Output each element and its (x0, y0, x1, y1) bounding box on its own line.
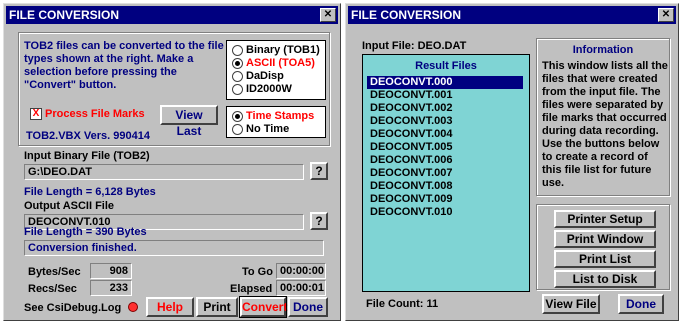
recs-sec-label: Recs/Sec (28, 283, 77, 295)
radio-selected-icon (232, 110, 243, 122)
input-browse-button[interactable]: ? (310, 162, 328, 180)
convert-button[interactable]: Convert (239, 296, 287, 318)
result-file-item[interactable]: DEOCONVT.006 (367, 154, 523, 167)
radio-icon (232, 83, 243, 95)
status-bar: Conversion finished. (24, 240, 324, 256)
title-bar[interactable]: FILE CONVERSION ✕ (6, 6, 338, 24)
radio-icon (232, 70, 243, 82)
format-radio-binary[interactable]: Binary (TOB1) (232, 44, 320, 56)
file-count-text: File Count: 11 (366, 298, 439, 310)
list-to-disk-button[interactable]: List to Disk (554, 270, 656, 288)
radio-label: No Time (246, 123, 290, 135)
time-stamps-radio[interactable]: Time Stamps (232, 110, 314, 122)
results-list[interactable]: DEOCONVT.000 DEOCONVT.001 DEOCONVT.002 D… (367, 76, 523, 219)
radio-icon (232, 123, 243, 135)
result-file-item[interactable]: DEOCONVT.010 (367, 206, 523, 219)
elapsed-label: Elapsed (230, 283, 273, 295)
file-conversion-results-window: FILE CONVERSION ✕ Input File: DEO.DAT Re… (345, 3, 679, 321)
window-title: FILE CONVERSION (9, 8, 120, 22)
checkbox-label: Process File Marks (45, 108, 145, 120)
information-text: This window lists all the files that wer… (542, 60, 668, 189)
checkbox-icon: X (30, 108, 42, 121)
close-button[interactable]: ✕ (320, 8, 336, 22)
view-file-button[interactable]: View File (542, 294, 600, 314)
print-list-button[interactable]: Print List (554, 250, 656, 268)
radio-selected-icon (232, 57, 243, 69)
output-length-text: File Length = 390 Bytes (24, 226, 147, 238)
result-file-item[interactable]: DEOCONVT.000 (367, 76, 523, 89)
input-file-text: Input File: DEO.DAT (362, 40, 467, 52)
to-go-value: 00:00:00 (276, 263, 326, 279)
result-file-item[interactable]: DEOCONVT.001 (367, 89, 523, 102)
input-length-text: File Length = 6,128 Bytes (24, 186, 156, 198)
radio-label: Time Stamps (246, 110, 315, 122)
window-title: FILE CONVERSION (351, 8, 462, 22)
radio-label: Binary (TOB1) (246, 44, 320, 56)
to-go-label: To Go (242, 266, 273, 278)
format-radio-dadisp[interactable]: DaDisp (232, 70, 284, 82)
result-file-item[interactable]: DEOCONVT.002 (367, 102, 523, 115)
bytes-sec-label: Bytes/Sec (28, 266, 81, 278)
print-window-button[interactable]: Print Window (554, 230, 656, 248)
radio-icon (232, 44, 243, 56)
bytes-sec-value: 908 (90, 263, 132, 279)
radio-label: DaDisp (246, 70, 284, 82)
help-button[interactable]: Help (146, 297, 194, 317)
file-conversion-window: FILE CONVERSION ✕ TOB2 files can be conv… (3, 3, 341, 321)
result-file-item[interactable]: DEOCONVT.009 (367, 193, 523, 206)
version-text: TOB2.VBX Vers. 990414 (26, 130, 150, 142)
view-last-button[interactable]: View Last (160, 105, 218, 138)
debug-log-label: See CsiDebug.Log (24, 302, 122, 314)
title-bar[interactable]: FILE CONVERSION ✕ (348, 6, 676, 24)
done-button[interactable]: Done (288, 297, 328, 317)
process-file-marks-checkbox[interactable]: X Process File Marks (30, 108, 145, 121)
recs-sec-value: 233 (90, 280, 132, 296)
format-radio-ascii[interactable]: ASCII (TOA5) (232, 57, 315, 69)
radio-label: ID2000W (246, 83, 292, 95)
result-file-item[interactable]: DEOCONVT.008 (367, 180, 523, 193)
close-button[interactable]: ✕ (658, 8, 674, 22)
results-header: Result Files (415, 60, 477, 72)
radio-label: ASCII (TOA5) (246, 57, 315, 69)
output-file-label: Output ASCII File (24, 200, 115, 212)
format-radio-id2000w[interactable]: ID2000W (232, 83, 292, 95)
debug-status-icon (128, 302, 138, 312)
information-header: Information (572, 44, 634, 56)
print-button[interactable]: Print (196, 297, 238, 317)
description-text: TOB2 files can be converted to the file … (24, 40, 224, 91)
input-file-field[interactable]: G:\DEO.DAT (24, 164, 304, 180)
input-file-label: Input Binary File (TOB2) (24, 150, 150, 162)
result-file-item[interactable]: DEOCONVT.003 (367, 115, 523, 128)
result-file-item[interactable]: DEOCONVT.007 (367, 167, 523, 180)
result-file-item[interactable]: DEOCONVT.004 (367, 128, 523, 141)
printer-setup-button[interactable]: Printer Setup (554, 210, 656, 228)
output-browse-button[interactable]: ? (310, 212, 328, 230)
elapsed-value: 00:00:01 (276, 280, 326, 296)
done-button[interactable]: Done (618, 294, 664, 314)
no-time-radio[interactable]: No Time (232, 123, 289, 135)
result-file-item[interactable]: DEOCONVT.005 (367, 141, 523, 154)
